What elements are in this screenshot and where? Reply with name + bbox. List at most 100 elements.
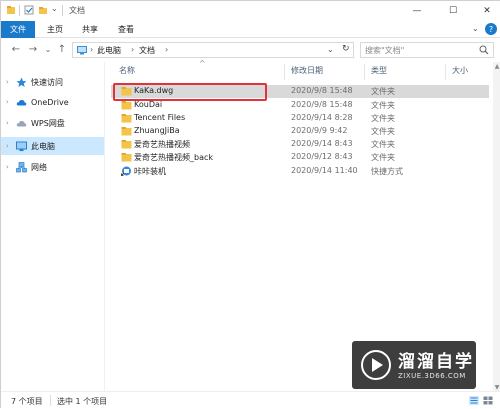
- expand-icon[interactable]: ›: [6, 142, 9, 150]
- breadcrumb-separator: ›: [131, 45, 135, 54]
- watermark-logo: 溜溜自学 ZIXUE.3D66.COM: [352, 341, 476, 389]
- window-title: 文档: [69, 6, 85, 15]
- file-row[interactable]: 爱奇艺热播视频_back 2020/9/12 8:43 文件夹: [111, 151, 489, 164]
- sidebar-item-this-pc[interactable]: › 此电脑: [1, 137, 105, 155]
- file-name: Tencent Files: [134, 113, 186, 122]
- sidebar-item-label: OneDrive: [31, 97, 69, 107]
- scroll-up-icon[interactable]: ▲: [493, 62, 500, 70]
- column-divider[interactable]: [445, 64, 446, 80]
- customize-quick-access-icon[interactable]: ⌄: [51, 4, 58, 13]
- file-name: 咔咔装机: [134, 167, 166, 176]
- help-icon[interactable]: ?: [485, 23, 497, 35]
- maximize-button[interactable]: ☐: [441, 1, 465, 21]
- navigation-bar: ← → ⌄ ↑ › 此电脑 › 文档 › ⌄ ↻ 搜索"文档": [1, 38, 500, 62]
- file-type: 快捷方式: [371, 167, 403, 176]
- file-type: 文件夹: [371, 127, 395, 136]
- watermark-title: 溜溜自学: [398, 352, 474, 372]
- title-divider: [19, 5, 20, 16]
- shortcut-icon: [121, 166, 131, 176]
- title-bar: ⌄ 文档 — ☐ ✕: [1, 1, 500, 21]
- refresh-icon[interactable]: ↻: [342, 44, 350, 54]
- column-header-name[interactable]: 名称: [119, 65, 135, 76]
- file-date: 2020/9/9 9:42: [291, 126, 348, 135]
- large-icons-view-icon[interactable]: [483, 396, 493, 405]
- cloud-icon: [16, 99, 27, 105]
- file-row[interactable]: 爱奇艺热播视频 2020/9/14 8:43 文件夹: [111, 138, 489, 151]
- file-date: 2020/9/12 8:43: [291, 152, 353, 161]
- address-bar[interactable]: › 此电脑 › 文档 › ⌄ ↻: [72, 42, 354, 58]
- column-header-type[interactable]: 类型: [371, 65, 387, 76]
- pane-divider[interactable]: [104, 62, 105, 391]
- file-name: ZhuangJiBa: [134, 126, 180, 135]
- column-divider[interactable]: [284, 64, 285, 80]
- forward-button[interactable]: →: [27, 43, 39, 56]
- ribbon-tabs: 文件 主页 共享 查看 ⌄ ?: [1, 21, 500, 38]
- up-button[interactable]: ↑: [56, 43, 68, 56]
- item-count: 7 个项目: [11, 397, 43, 406]
- folder-icon: [121, 127, 132, 136]
- tab-home[interactable]: 主页: [42, 21, 68, 38]
- close-button[interactable]: ✕: [475, 1, 499, 21]
- status-bar: 7 个项目 选中 1 个项目: [1, 391, 500, 409]
- collapse-ribbon-icon[interactable]: ⌄: [472, 24, 479, 33]
- star-icon: [16, 77, 27, 87]
- tab-file[interactable]: 文件: [1, 21, 35, 38]
- folder-icon: [121, 114, 132, 123]
- sidebar-item-quick-access[interactable]: › 快速访问: [1, 73, 105, 91]
- file-date: 2020/9/8 15:48: [291, 100, 353, 109]
- sidebar-item-wps-drive[interactable]: › WPS网盘: [1, 114, 105, 132]
- sidebar-item-network[interactable]: › 网络: [1, 158, 105, 176]
- address-dropdown-icon[interactable]: ⌄: [327, 45, 334, 54]
- search-input[interactable]: 搜索"文档": [360, 42, 494, 58]
- folder-icon: [121, 101, 132, 110]
- file-type: 文件夹: [371, 140, 395, 149]
- breadcrumb-this-pc[interactable]: 此电脑: [97, 45, 121, 56]
- expand-icon[interactable]: ›: [6, 98, 9, 106]
- file-row[interactable]: Tencent Files 2020/9/14 8:28 文件夹: [111, 112, 489, 125]
- file-type: 文件夹: [371, 87, 395, 96]
- breadcrumb-documents[interactable]: 文档: [139, 45, 155, 56]
- computer-icon: [77, 46, 87, 55]
- navigation-pane: › 快速访问 › OneDrive › WPS网盘 › 此电脑 › 网络: [1, 62, 109, 391]
- file-type: 文件夹: [371, 114, 395, 123]
- minimize-button[interactable]: —: [405, 1, 429, 21]
- file-date: 2020/9/8 15:48: [291, 86, 353, 95]
- vertical-scrollbar[interactable]: ▲ ▼: [493, 62, 500, 391]
- cloud-drive-icon: [16, 120, 27, 126]
- search-placeholder: 搜索"文档": [365, 46, 405, 55]
- file-name: KouDai: [134, 100, 163, 109]
- sidebar-item-label: 此电脑: [31, 141, 55, 151]
- column-divider[interactable]: [364, 64, 365, 80]
- back-button[interactable]: ←: [10, 43, 22, 56]
- new-folder-icon[interactable]: [38, 5, 48, 15]
- computer-icon: [16, 141, 27, 151]
- column-header-date[interactable]: 修改日期: [291, 65, 323, 76]
- tab-view[interactable]: 查看: [113, 21, 139, 38]
- network-icon: [16, 161, 27, 172]
- breadcrumb-separator: ›: [90, 45, 94, 54]
- folder-icon: [121, 153, 132, 162]
- details-view-icon[interactable]: [469, 396, 479, 405]
- tab-share[interactable]: 共享: [77, 21, 103, 38]
- explorer-window: ⌄ 文档 — ☐ ✕ 文件 主页 共享 查看 ⌄ ? ← → ⌄ ↑ › 此电脑…: [0, 0, 500, 409]
- sort-ascending-icon: ^: [199, 59, 206, 68]
- recent-locations-button[interactable]: ⌄: [42, 43, 54, 56]
- title-divider: [62, 5, 63, 16]
- expand-icon[interactable]: ›: [6, 119, 9, 127]
- file-row[interactable]: ZhuangJiBa 2020/9/9 9:42 文件夹: [111, 125, 489, 138]
- scroll-down-icon[interactable]: ▼: [493, 383, 500, 391]
- file-name: 爱奇艺热播视频: [134, 140, 190, 149]
- column-header-size[interactable]: 大小: [452, 65, 468, 76]
- breadcrumb-separator: ›: [165, 45, 169, 54]
- expand-icon[interactable]: ›: [6, 78, 9, 86]
- expand-icon[interactable]: ›: [6, 163, 9, 171]
- file-row[interactable]: 咔咔装机 2020/9/14 11:40 快捷方式: [111, 165, 489, 178]
- properties-icon[interactable]: [24, 5, 34, 15]
- highlight-annotation: [113, 83, 267, 101]
- selection-count: 选中 1 个项目: [57, 397, 108, 406]
- status-divider: [50, 395, 51, 406]
- sidebar-item-onedrive[interactable]: › OneDrive: [1, 93, 105, 111]
- sidebar-item-label: 快速访问: [31, 77, 63, 87]
- explorer-icon: [7, 6, 15, 14]
- file-date: 2020/9/14 11:40: [291, 166, 358, 175]
